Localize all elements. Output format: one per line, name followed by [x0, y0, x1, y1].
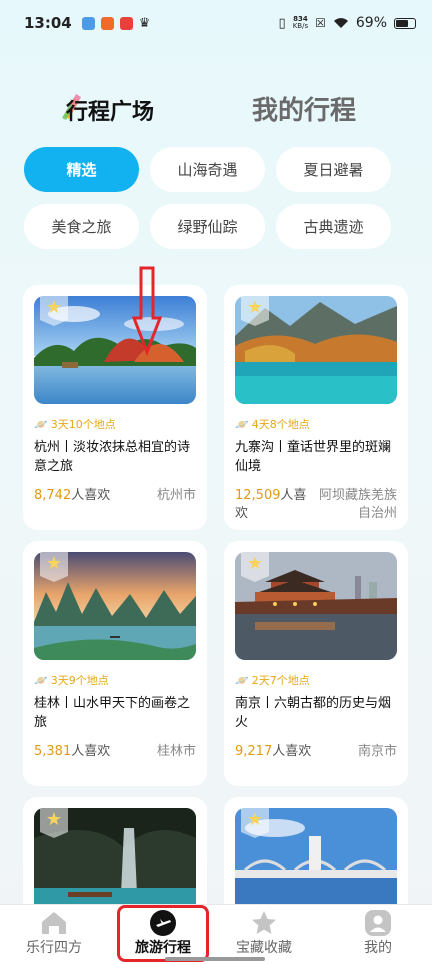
star-icon — [249, 909, 279, 937]
likes-count: 12,509人喜欢 — [235, 488, 307, 521]
itinerary-card[interactable]: ★ — [23, 797, 207, 917]
star-badge-icon: ★ — [40, 808, 68, 838]
net-speed: 834 KB/s — [292, 15, 309, 30]
card-title: 杭州丨淡妆浓抹总相宜的诗意之旅 — [34, 440, 191, 474]
chip-summer-retreat[interactable]: 夏日避暑 — [276, 147, 391, 192]
card-title: 桂林丨山水甲天下的画卷之旅 — [34, 696, 191, 730]
star-badge-icon: ★ — [241, 808, 269, 838]
card-city: 南京市 — [357, 744, 397, 759]
chip-featured[interactable]: 精选 — [24, 147, 139, 192]
likes-count: 8,742人喜欢 — [34, 488, 111, 503]
tab-itinerary-plaza[interactable]: 行程广场 — [66, 94, 154, 126]
card-footer: 8,742人喜欢 杭州市 — [34, 487, 196, 505]
trip-meta: 🪐 3天9个地点 — [34, 673, 109, 688]
planet-icon: 🪐 — [34, 417, 48, 431]
app-notification-icon — [81, 16, 95, 30]
sim-icon: ☒ — [315, 16, 326, 30]
vibrate-icon: ▯ — [278, 15, 286, 31]
crown-icon: ♛ — [138, 15, 151, 31]
likes-count: 9,217人喜欢 — [235, 744, 312, 759]
likes-count: 5,381人喜欢 — [34, 744, 111, 759]
card-image-nanjing: ★ — [235, 552, 397, 660]
star-badge-icon: ★ — [40, 296, 68, 326]
chip-green-wild[interactable]: 绿野仙踪 — [150, 204, 265, 249]
card-footer: 9,217人喜欢 南京市 — [235, 743, 397, 761]
trip-meta: 🪐 3天10个地点 — [34, 417, 116, 432]
itinerary-card[interactable]: ★ 🪐 3天10个地点 杭州丨淡妆浓抹总相宜的诗意之旅 8,742人喜欢 杭州市 — [23, 285, 207, 530]
header-tabs: 行程广场 我的行程 — [0, 88, 432, 132]
planet-icon: 🪐 — [235, 417, 249, 431]
card-image-jiuzhaigou: ★ — [235, 296, 397, 404]
itinerary-card[interactable]: ★ 🪐 2天7个地点 南京丨六朝古都的历史与烟火 9,217人喜欢 南京市 — [224, 541, 408, 786]
card-image-hangzhou: ★ — [34, 296, 196, 404]
bottom-nav: 乐行四方 旅游行程 宝藏收藏 我的 — [0, 904, 432, 964]
itinerary-card[interactable]: ★ 🪐 3天9个地点 桂林丨山水甲天下的画卷之旅 5,381人喜欢 桂林市 — [23, 541, 207, 786]
card-city: 桂林市 — [156, 744, 196, 759]
itinerary-card[interactable]: ★ 🪐 4天8个地点 九寨沟丨童话世界里的斑斓仙境 12,509人喜欢 阿坝藏族… — [224, 285, 408, 530]
wifi-icon — [333, 18, 348, 28]
nav-favorites[interactable]: 宝藏收藏 — [214, 909, 314, 963]
app-notification-icon — [100, 16, 114, 30]
card-city: 杭州市 — [156, 488, 196, 503]
planet-icon: 🪐 — [34, 673, 48, 687]
card-title: 九寨沟丨童话世界里的斑斓仙境 — [235, 440, 392, 474]
card-title: 南京丨六朝古都的历史与烟火 — [235, 696, 392, 730]
planet-icon: 🪐 — [235, 673, 249, 687]
chip-food-trip[interactable]: 美食之旅 — [24, 204, 139, 249]
trip-meta: 🪐 4天8个地点 — [235, 417, 310, 432]
nav-profile[interactable]: 我的 — [328, 909, 428, 963]
status-bar: 13:04 ♛ ▯ 834 KB/s ☒ 69% — [0, 0, 432, 46]
tab-my-itinerary[interactable]: 我的行程 — [252, 90, 356, 127]
nav-home[interactable]: 乐行四方 — [4, 909, 104, 963]
card-image-cave: ★ — [34, 808, 196, 916]
trip-meta: 🪐 2天7个地点 — [235, 673, 310, 688]
status-time: 13:04 — [24, 14, 72, 32]
annotation-arrow — [132, 266, 162, 356]
chip-classic-heritage[interactable]: 古典遗迹 — [276, 204, 391, 249]
app-notification-icon — [119, 16, 133, 30]
card-footer: 12,509人喜欢 阿坝藏族羌族自治州 — [235, 487, 397, 523]
annotation-highlight-box — [117, 905, 209, 962]
star-badge-icon: ★ — [241, 296, 269, 326]
star-badge-icon: ★ — [40, 552, 68, 582]
home-indicator — [165, 957, 265, 961]
chip-mountain-sea[interactable]: 山海奇遇 — [150, 147, 265, 192]
card-city: 阿坝藏族羌族自治州 — [318, 488, 397, 521]
star-badge-icon: ★ — [241, 552, 269, 582]
user-icon — [363, 909, 393, 937]
itinerary-card[interactable]: ★ — [224, 797, 408, 917]
card-image-bridge: ★ — [235, 808, 397, 916]
battery-icon — [394, 17, 416, 29]
card-footer: 5,381人喜欢 桂林市 — [34, 743, 196, 761]
card-image-guilin: ★ — [34, 552, 196, 660]
home-icon — [39, 909, 69, 937]
battery-level: 69% — [355, 15, 387, 31]
